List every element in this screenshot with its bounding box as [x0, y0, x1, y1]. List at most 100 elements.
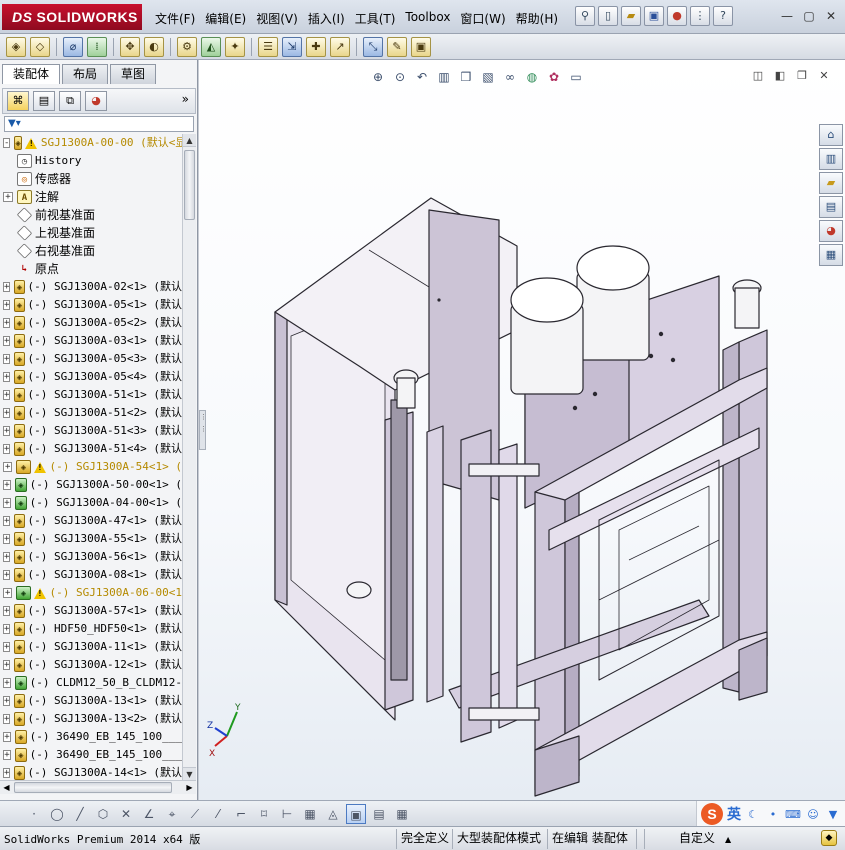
- expand-icon[interactable]: +: [3, 768, 11, 778]
- menu-toolbox[interactable]: Toolbox: [400, 8, 455, 29]
- circle-icon[interactable]: ◯: [47, 804, 67, 824]
- tree-node[interactable]: + ◈ (-) HDF50_HDF50<1> (默认: [0, 620, 182, 638]
- scroll-thumb[interactable]: [14, 782, 172, 793]
- new-motion-study-icon[interactable]: ✦: [225, 36, 245, 57]
- user-icon[interactable]: ☺: [805, 808, 821, 821]
- scroll-thumb[interactable]: [184, 150, 195, 220]
- solidworks-logo[interactable]: DS SOLIDWORKS: [2, 4, 142, 30]
- rebuild-traffic-light-icon[interactable]: ●: [667, 6, 687, 26]
- tree-node[interactable]: ↳ 原点: [0, 260, 182, 278]
- tree-node[interactable]: + ◈ (-) SGJ1300A-04-00<1> (: [0, 494, 182, 512]
- tree-node[interactable]: + ◈ (-) SGJ1300A-05<4> (默认: [0, 368, 182, 386]
- window-split-icon[interactable]: ▤: [369, 804, 389, 824]
- help-icon[interactable]: ?: [713, 6, 733, 26]
- expand-icon[interactable]: +: [3, 372, 11, 382]
- tree-node[interactable]: + ◈ (-) SGJ1300A-51<2> (默认: [0, 404, 182, 422]
- tree-node[interactable]: + ◈ (-) SGJ1300A-13<2> (默认: [0, 710, 182, 728]
- angle-icon[interactable]: ∠: [139, 804, 159, 824]
- grid-icon[interactable]: ▦: [300, 804, 320, 824]
- new-document-icon[interactable]: ▯: [598, 6, 618, 26]
- expand-icon[interactable]: +: [3, 732, 11, 742]
- tree-node[interactable]: + ◈ (-) SGJ1300A-50-00<1> (: [0, 476, 182, 494]
- assembly-xpert-icon[interactable]: ✎: [387, 36, 407, 57]
- cube-view-icon[interactable]: ▣: [346, 803, 366, 824]
- moon-punctuation-icon[interactable]: ☾: [745, 808, 761, 821]
- shirt-skin-icon[interactable]: ▼: [825, 808, 841, 821]
- instant3d-icon[interactable]: ↗: [330, 36, 350, 57]
- expand-icon[interactable]: +: [3, 588, 13, 598]
- menu-window[interactable]: 窗口(W): [455, 8, 510, 29]
- move-component-icon[interactable]: ✥: [120, 36, 140, 57]
- new-part-icon[interactable]: ◇: [30, 36, 50, 57]
- menu-file[interactable]: 文件(F): [150, 8, 200, 29]
- tree-node[interactable]: 前视基准面: [0, 206, 182, 224]
- expand-icon[interactable]: +: [3, 282, 11, 292]
- tree-node[interactable]: +◈ (-) SGJ1300A-54<1> (: [0, 458, 182, 476]
- scroll-down-icon[interactable]: ▼: [183, 767, 196, 780]
- menu-help[interactable]: 帮助(H): [511, 8, 563, 29]
- expand-icon[interactable]: +: [3, 498, 11, 508]
- show-hidden-icon[interactable]: ◐: [144, 36, 164, 57]
- dimension-icon[interactable]: ⊢: [277, 804, 297, 824]
- featuremanager-tree-icon[interactable]: ⌘: [7, 91, 29, 111]
- tree-node[interactable]: + ◈ (-) SGJ1300A-51<3> (默认: [0, 422, 182, 440]
- menu-tools[interactable]: 工具(T): [350, 8, 401, 29]
- expand-icon[interactable]: +: [3, 408, 11, 418]
- tab-assembly[interactable]: 装配体: [2, 64, 61, 84]
- expand-icon[interactable]: +: [3, 552, 11, 562]
- expand-icon[interactable]: +: [3, 750, 11, 760]
- more-tabs-icon[interactable]: »: [182, 92, 189, 106]
- sogou-logo-icon[interactable]: S: [701, 803, 723, 825]
- collapse-icon[interactable]: -: [3, 138, 11, 148]
- tree-filter-input[interactable]: ▼▾: [4, 116, 194, 132]
- expand-icon[interactable]: +: [3, 336, 11, 346]
- tree-node[interactable]: + ◈ (-) SGJ1300A-14<1> (默认: [0, 764, 182, 780]
- options-icon[interactable]: ⋮: [690, 6, 710, 26]
- tree-node[interactable]: + ◈ (-) SGJ1300A-03<1> (默认: [0, 332, 182, 350]
- tree-node[interactable]: + ◈ (-) SGJ1300A-11<1> (默认: [0, 638, 182, 656]
- tree-vertical-scrollbar[interactable]: ▲ ▼: [182, 134, 196, 780]
- configurationmanager-icon[interactable]: ⧉: [59, 91, 81, 111]
- table-icon[interactable]: ▦: [392, 804, 412, 824]
- tree-node[interactable]: + ◈ (-) SGJ1300A-08<1> (默认: [0, 566, 182, 584]
- expand-icon[interactable]: +: [3, 534, 11, 544]
- status-large-assembly-mode[interactable]: 大型装配体模式: [452, 829, 545, 849]
- tree-node[interactable]: ◎ 传感器: [0, 170, 182, 188]
- pin-icon[interactable]: ⚲: [575, 6, 595, 26]
- expand-icon[interactable]: +: [3, 606, 11, 616]
- expand-icon[interactable]: +: [3, 426, 11, 436]
- tab-layout[interactable]: 布局: [62, 64, 109, 84]
- tree-node[interactable]: + ◈ (-) SGJ1300A-56<1> (默认: [0, 548, 182, 566]
- tree-node[interactable]: + ◈ (-) CLDM12_50_B_CLDM12-: [0, 674, 182, 692]
- expand-icon[interactable]: +: [3, 678, 11, 688]
- expand-icon[interactable]: +: [3, 660, 11, 670]
- save-icon[interactable]: ▣: [644, 6, 664, 26]
- tree-node[interactable]: + ◈ (-) 36490_EB_145_100___: [0, 728, 182, 746]
- line-icon[interactable]: ╱: [70, 804, 90, 824]
- triangle-icon[interactable]: ◬: [323, 804, 343, 824]
- assembly-features-icon[interactable]: ⚙: [177, 36, 197, 57]
- close-icon[interactable]: ✕: [823, 8, 839, 24]
- reference-geometry-icon[interactable]: ◭: [201, 36, 221, 57]
- tree-node[interactable]: + ◈ (-) SGJ1300A-02<1> (默认: [0, 278, 182, 296]
- trim-icon[interactable]: ✕: [116, 804, 136, 824]
- centerline-icon[interactable]: ⁄: [208, 804, 228, 824]
- expand-icon[interactable]: +: [3, 444, 11, 454]
- scroll-left-icon[interactable]: ◀: [0, 781, 13, 794]
- tree-node[interactable]: + ◈ (-) SGJ1300A-51<4> (默认: [0, 440, 182, 458]
- expand-icon[interactable]: +: [3, 516, 11, 526]
- graphics-area[interactable]: ⊕ ⊙ ↶ ▥ ❒ ▧ ∞ ◍ ✿ ▭ ◫ ◧ ❐ ✕ ⌂ ▥ ▰ ▤ ◕ ▦ …: [199, 60, 845, 800]
- expand-icon[interactable]: +: [3, 570, 11, 580]
- polygon-icon[interactable]: ⬡: [93, 804, 113, 824]
- tree-root-assembly[interactable]: -◈ SGJ1300A-00-00 (默认<显: [0, 134, 182, 152]
- open-folder-icon[interactable]: ▰: [621, 6, 641, 26]
- menu-view[interactable]: 视图(V): [251, 8, 303, 29]
- tree-node[interactable]: + A 注解: [0, 188, 182, 206]
- tree-node[interactable]: 右视基准面: [0, 242, 182, 260]
- linear-pattern-icon[interactable]: ⁞: [87, 36, 107, 57]
- minimize-icon[interactable]: —: [779, 8, 795, 24]
- displaymanager-icon[interactable]: ◕: [85, 91, 107, 111]
- expand-icon[interactable]: +: [3, 354, 11, 364]
- point-icon[interactable]: ·: [24, 804, 44, 824]
- assembly-model-view[interactable]: [199, 60, 845, 800]
